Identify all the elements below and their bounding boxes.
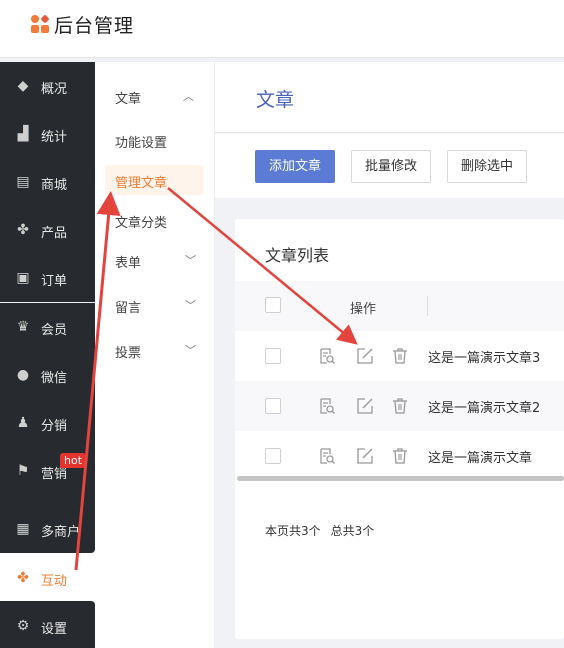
edit-icon[interactable] (356, 347, 374, 365)
sidebar-item-shop[interactable]: ▤ 商城 (0, 158, 95, 206)
order-icon: ▣ (16, 270, 30, 286)
product-icon: ✤ (17, 222, 29, 238)
table-row: 这是一篇演示文章2 (235, 381, 564, 431)
sidebar-item-overview[interactable]: ◆ 概况 (0, 62, 95, 110)
toolbar: 添加文章 批量修改 删除选中 (215, 134, 564, 198)
column-divider (427, 296, 428, 316)
submenu-item-manage-articles[interactable]: 管理文章 (115, 172, 167, 191)
preview-icon[interactable] (318, 347, 336, 365)
sub-sidebar: 文章 ︿ 功能设置 管理文章 文章分类 表单 ﹀ 留言 ﹀ 投票 ﹀ (95, 62, 215, 648)
store-icon: ▦ (16, 521, 30, 537)
delete-icon[interactable] (391, 447, 409, 465)
submenu-group-forms[interactable]: 表单 ﹀ (115, 252, 196, 271)
chevron-up-icon: ︿ (183, 90, 194, 103)
article-title[interactable]: 这是一篇演示文章 (428, 447, 532, 466)
total-count-text: 总共3个 (330, 524, 375, 538)
sidebar-item-products[interactable]: ✤ 产品 (0, 206, 95, 254)
submenu-item-function-settings[interactable]: 功能设置 (115, 132, 167, 151)
sidebar-item-label: 多商户 (41, 525, 81, 540)
sidebar-item-label: 设置 (41, 622, 68, 637)
app-title: 后台管理 (54, 15, 135, 37)
chevron-down-icon: ﹀ (185, 254, 196, 267)
sidebar-item-interaction[interactable]: ✤ 互动 (0, 553, 95, 601)
select-all-checkbox[interactable] (265, 297, 281, 313)
sidebar-item-settings[interactable]: ⚙ 设置 (0, 601, 95, 648)
delete-icon[interactable] (391, 397, 409, 415)
edit-icon[interactable] (356, 397, 374, 415)
preview-icon[interactable] (318, 447, 336, 465)
users-icon: ♟ (16, 415, 30, 431)
edit-icon[interactable] (356, 447, 374, 465)
sidebar-item-label: 互动 (41, 574, 68, 589)
article-list-card: 文章列表 操作 这是一篇演示文章3 这是一篇演示文章2 这是一篇演示文章 本页共… (235, 219, 564, 639)
pagination-summary: 本页共3个 总共3个 (265, 522, 374, 539)
delete-icon[interactable] (391, 347, 409, 365)
sidebar-item-multi-merchant[interactable]: ▦ 多商户 (0, 495, 95, 553)
wechat-icon: ● (16, 367, 30, 383)
submenu-group-label: 投票 (115, 346, 142, 361)
sidebar-item-label: 订单 (41, 274, 68, 289)
page-title: 文章 (256, 89, 295, 111)
chart-icon: ▟ (17, 126, 29, 142)
table-row: 这是一篇演示文章3 (235, 331, 564, 381)
sidebar-item-wechat[interactable]: ● 微信 (0, 351, 95, 399)
article-title[interactable]: 这是一篇演示文章2 (428, 397, 540, 416)
table-row: 这是一篇演示文章 (235, 431, 564, 481)
sidebar-item-label: 概况 (41, 82, 68, 97)
table-header: 操作 (235, 281, 564, 331)
delete-selected-button[interactable]: 删除选中 (447, 150, 527, 183)
interact-icon: ✤ (17, 570, 29, 586)
sidebar-item-label: 商城 (41, 178, 68, 193)
sidebar-item-label: 分销 (41, 419, 68, 434)
sidebar-item-distribution[interactable]: ♟ 分销 (0, 399, 95, 447)
main-content: 文章 添加文章 批量修改 删除选中 文章列表 操作 这是一篇演示文章3 这是一篇… (215, 62, 564, 648)
batch-edit-button[interactable]: 批量修改 (351, 150, 431, 183)
submenu-group-label: 留言 (115, 301, 142, 316)
page-count-text: 本页共3个 (265, 524, 321, 538)
sidebar-item-label: 微信 (41, 371, 68, 386)
top-header: 后台管理 (0, 0, 564, 58)
sidebar-item-stats[interactable]: ▟ 统计 (0, 110, 95, 158)
row-checkbox[interactable] (265, 398, 281, 414)
chevron-down-icon: ﹀ (185, 299, 196, 312)
card-title: 文章列表 (265, 246, 330, 265)
flag-icon: ⚑ (16, 463, 30, 479)
submenu-group-label: 文章 (115, 92, 142, 107)
main-sidebar: ◆ 概况 ▟ 统计 ▤ 商城 ✤ 产品 ▣ 订单 ♛ 会员 ● 微信 ♟ 分销 … (0, 62, 95, 648)
submenu-group-article[interactable]: 文章 ︿ (115, 88, 194, 107)
article-title[interactable]: 这是一篇演示文章3 (428, 347, 540, 366)
gear-icon: ⚙ (16, 618, 30, 634)
layers-icon: ◆ (17, 78, 29, 94)
submenu-group-votes[interactable]: 投票 ﹀ (115, 342, 196, 361)
page-header: 文章 (215, 62, 564, 133)
submenu-item-article-categories[interactable]: 文章分类 (115, 212, 167, 231)
row-checkbox[interactable] (265, 348, 281, 364)
sidebar-item-label: 会员 (41, 323, 68, 338)
submenu-group-messages[interactable]: 留言 ﹀ (115, 297, 196, 316)
crown-icon: ♛ (16, 319, 30, 335)
sidebar-item-orders[interactable]: ▣ 订单 (0, 254, 95, 302)
shop-icon: ▤ (16, 174, 30, 190)
horizontal-scrollbar[interactable] (237, 476, 564, 481)
sidebar-item-label: 统计 (41, 130, 68, 145)
column-header-ops: 操作 (350, 302, 377, 317)
preview-icon[interactable] (318, 397, 336, 415)
add-article-button[interactable]: 添加文章 (255, 150, 335, 183)
hot-badge: hot (60, 453, 87, 468)
sidebar-item-members[interactable]: ♛ 会员 (0, 303, 95, 351)
row-checkbox[interactable] (265, 448, 281, 464)
submenu-group-label: 表单 (115, 256, 142, 271)
logo-icon (31, 14, 50, 33)
chevron-down-icon: ﹀ (185, 344, 196, 357)
sidebar-item-label: 产品 (41, 226, 68, 241)
